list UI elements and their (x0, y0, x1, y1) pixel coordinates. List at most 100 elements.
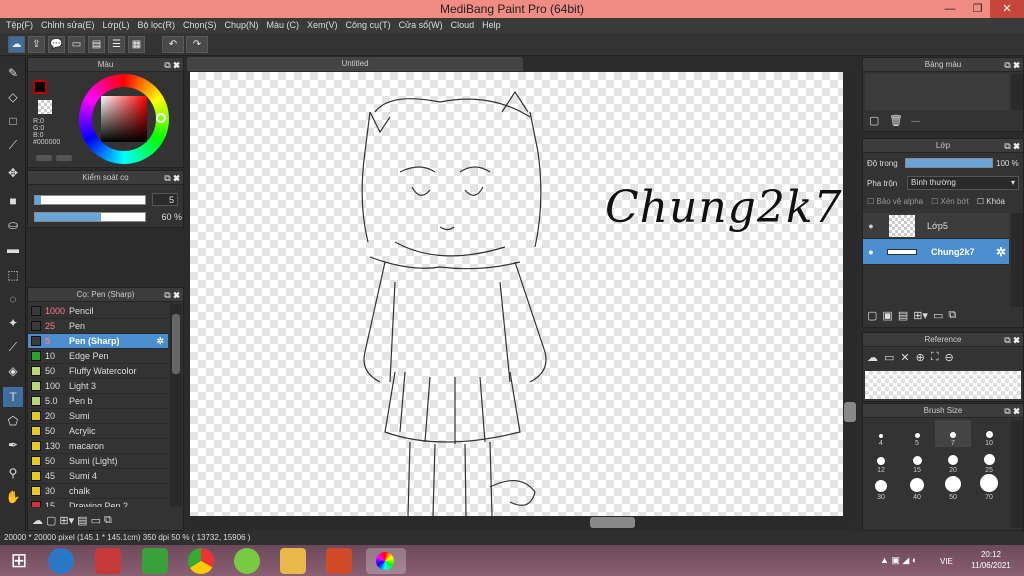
share-icon[interactable]: ⇪ (28, 36, 45, 53)
brush-tool-icon[interactable]: ✎ (3, 63, 23, 83)
brush-item[interactable]: 30 chalk (28, 484, 168, 499)
layer-item-lop5[interactable]: ● Lớp5 (863, 213, 1009, 239)
start-icon[interactable]: ⊞ (6, 548, 32, 574)
hue-wheel[interactable] (79, 74, 169, 164)
add-brush-icon[interactable]: ⊞▾ (59, 514, 74, 527)
document-icon[interactable]: ▤ (88, 36, 105, 53)
grid-icon[interactable]: ▦ (128, 36, 145, 53)
brush-item[interactable]: 15 Drawing Pen 2 (28, 499, 168, 507)
brush-size-slider[interactable] (34, 195, 146, 205)
drawing-canvas[interactable]: Chung2k7 (190, 72, 843, 516)
brush-item[interactable]: 10 Edge Pen (28, 349, 168, 364)
gradient-tool-icon[interactable]: ▬ (3, 239, 23, 259)
brush-size-option[interactable]: 25 (971, 447, 1007, 474)
vertical-scrollbar[interactable] (843, 72, 857, 516)
brush-size-option[interactable]: 4 (863, 420, 899, 447)
redo-icon[interactable]: ↷ (186, 36, 208, 53)
close-icon[interactable]: ✕ (900, 351, 909, 364)
app-icon[interactable] (95, 548, 121, 574)
opacity-slider[interactable] (34, 212, 146, 222)
chat-icon[interactable]: ▭ (68, 36, 85, 53)
primary-color-swatch[interactable] (33, 80, 47, 94)
menu-file[interactable]: Tệp(F) (4, 18, 39, 33)
rectangle-tool-icon[interactable]: □ (3, 111, 23, 131)
select-pen-icon[interactable]: ⟋ (3, 337, 23, 357)
visibility-icon[interactable]: ● (863, 247, 879, 257)
duplicate-icon[interactable]: ⧉ (104, 514, 112, 527)
language-indicator[interactable]: VIE (940, 557, 953, 566)
coccoc-icon[interactable] (234, 548, 260, 574)
brush-size-option[interactable]: 15 (899, 447, 935, 474)
undo-icon[interactable]: ↶ (162, 36, 184, 53)
panel-controls-icon[interactable]: ⧉ ✖ (164, 171, 180, 185)
brush-item[interactable]: 130 macaron (28, 439, 168, 454)
brush-item[interactable]: 1000 Pencil (28, 304, 168, 319)
edit-brush-icon[interactable]: ▤ (77, 514, 87, 527)
color-swap-button[interactable] (56, 155, 72, 161)
brush-item[interactable]: 20 Sumi (28, 409, 168, 424)
panel-controls-icon[interactable]: ⧉ ✖ (1004, 333, 1020, 347)
brush-size-option[interactable]: 12 (863, 447, 899, 474)
menu-window[interactable]: Cửa sổ(W) (397, 18, 449, 33)
brush-item[interactable]: 50 Fluffy Watercolor (28, 364, 168, 379)
reference-canvas[interactable] (865, 371, 1021, 399)
dropper-tool-icon[interactable]: ✒ (3, 435, 23, 455)
hue-handle[interactable] (156, 113, 166, 123)
menu-help[interactable]: Help (480, 18, 507, 33)
move-tool-icon[interactable]: ✥ (3, 163, 23, 183)
minimize-button[interactable]: — (935, 0, 965, 18)
menu-color[interactable]: Màu (C) (265, 18, 306, 33)
open-folder-icon[interactable]: ▭ (884, 351, 894, 364)
cloud-icon[interactable]: ☁ (8, 36, 25, 53)
clock[interactable]: 20:12 11/06/2021 (966, 549, 1016, 571)
bucket-tool-icon[interactable]: ⛀ (3, 215, 23, 235)
menu-layer[interactable]: Lớp(L) (101, 18, 136, 33)
internet-explorer-icon[interactable] (48, 548, 74, 574)
horizontal-scrollbar[interactable] (190, 516, 843, 529)
chrome-icon[interactable] (188, 548, 214, 574)
brush-size-option[interactable]: 70 (971, 474, 1007, 501)
operation-tool-icon[interactable]: ⬠ (3, 411, 23, 431)
eyedropper-tool-icon[interactable]: ⚲ (3, 463, 23, 483)
hand-tool-icon[interactable]: ✋ (3, 487, 23, 507)
list-icon[interactable]: ☰ (108, 36, 125, 53)
menu-edit[interactable]: Chỉnh sửa(E) (39, 18, 101, 33)
select-tool-icon[interactable]: ⬚ (3, 265, 23, 285)
menu-cloud[interactable]: Cloud (449, 18, 481, 33)
delete-palette-icon[interactable]: 🗑 (889, 114, 903, 127)
brush-item[interactable]: 50 Acrylic (28, 424, 168, 439)
brush-list-scrollbar[interactable] (170, 304, 182, 507)
text-tool-icon[interactable]: T (3, 387, 23, 407)
panel-controls-icon[interactable]: ⧉ ✖ (1004, 404, 1020, 418)
menu-filter[interactable]: Bộ lọc(R) (135, 18, 181, 33)
brush-size-option[interactable]: 20 (935, 447, 971, 474)
palette-swatches[interactable] (865, 74, 1009, 110)
brush-size-value[interactable]: 5 (152, 193, 178, 206)
visibility-icon[interactable]: ● (863, 221, 879, 231)
document-tab[interactable]: Untitled (187, 57, 523, 71)
new-palette-icon[interactable]: ▢ (869, 114, 879, 127)
lock-checkbox[interactable]: ☐ Khóa (977, 197, 1005, 206)
brush-item[interactable]: 100 Light 3 (28, 379, 168, 394)
brush-item[interactable]: 50 Sumi (Light) (28, 454, 168, 469)
bluestacks-icon[interactable] (142, 548, 168, 574)
menu-tools[interactable]: Công cụ(T) (344, 18, 397, 33)
new-layer-icon[interactable]: ▢ (867, 309, 877, 322)
brush-item[interactable]: 5 Pen (Sharp) ✲ (28, 334, 168, 349)
magic-wand-icon[interactable]: ✦ (3, 313, 23, 333)
menu-snap[interactable]: Chụp(N) (223, 18, 265, 33)
clipping-checkbox[interactable]: ☐ Xén bớt (931, 197, 969, 206)
maximize-button[interactable]: ❐ (965, 0, 990, 18)
layer-scrollbar[interactable] (1011, 213, 1023, 307)
menu-view[interactable]: Xem(V) (305, 18, 344, 33)
layer-opacity-slider[interactable] (905, 158, 993, 168)
brush-item[interactable]: 45 Sumi 4 (28, 469, 168, 484)
new-layer-1bit-icon[interactable]: ▤ (898, 309, 908, 322)
cloud-brush-icon[interactable]: ☁ (32, 514, 43, 527)
cloud-icon[interactable]: ☁ (867, 351, 878, 364)
duplicate-icon[interactable]: ⧉ (948, 309, 956, 322)
file-explorer-icon[interactable] (280, 548, 306, 574)
blend-mode-select[interactable]: Bình thường ▾ (907, 176, 1019, 190)
secondary-color-swatch[interactable] (38, 100, 52, 114)
pen-tool-icon[interactable]: ⟋ (3, 135, 23, 155)
